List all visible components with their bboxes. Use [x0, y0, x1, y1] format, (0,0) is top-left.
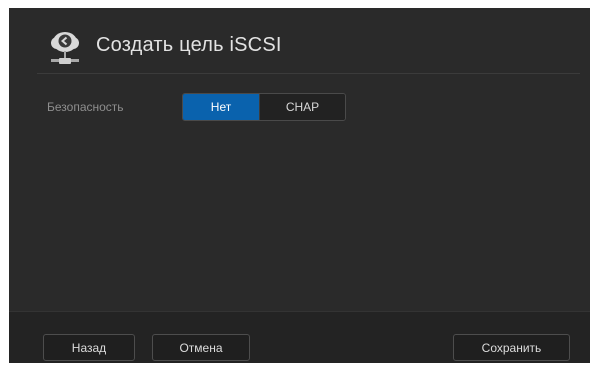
create-iscsi-target-dialog: Создать цель iSCSI Безопасность Нет CHAP…: [9, 8, 590, 363]
dialog-title: Создать цель iSCSI: [96, 34, 282, 56]
dialog-footer: Назад Отмена Сохранить: [9, 311, 590, 363]
security-toggle: Нет CHAP: [182, 93, 346, 121]
security-label: Безопасность: [47, 100, 124, 114]
network-storage-icon: [45, 28, 85, 68]
header-divider: [37, 73, 580, 74]
cancel-button[interactable]: Отмена: [152, 334, 250, 361]
security-option-chap[interactable]: CHAP: [259, 94, 345, 120]
back-button[interactable]: Назад: [43, 334, 135, 361]
security-option-none[interactable]: Нет: [183, 94, 259, 120]
save-button[interactable]: Сохранить: [453, 334, 570, 361]
dialog-header: Создать цель iSCSI: [9, 8, 590, 74]
